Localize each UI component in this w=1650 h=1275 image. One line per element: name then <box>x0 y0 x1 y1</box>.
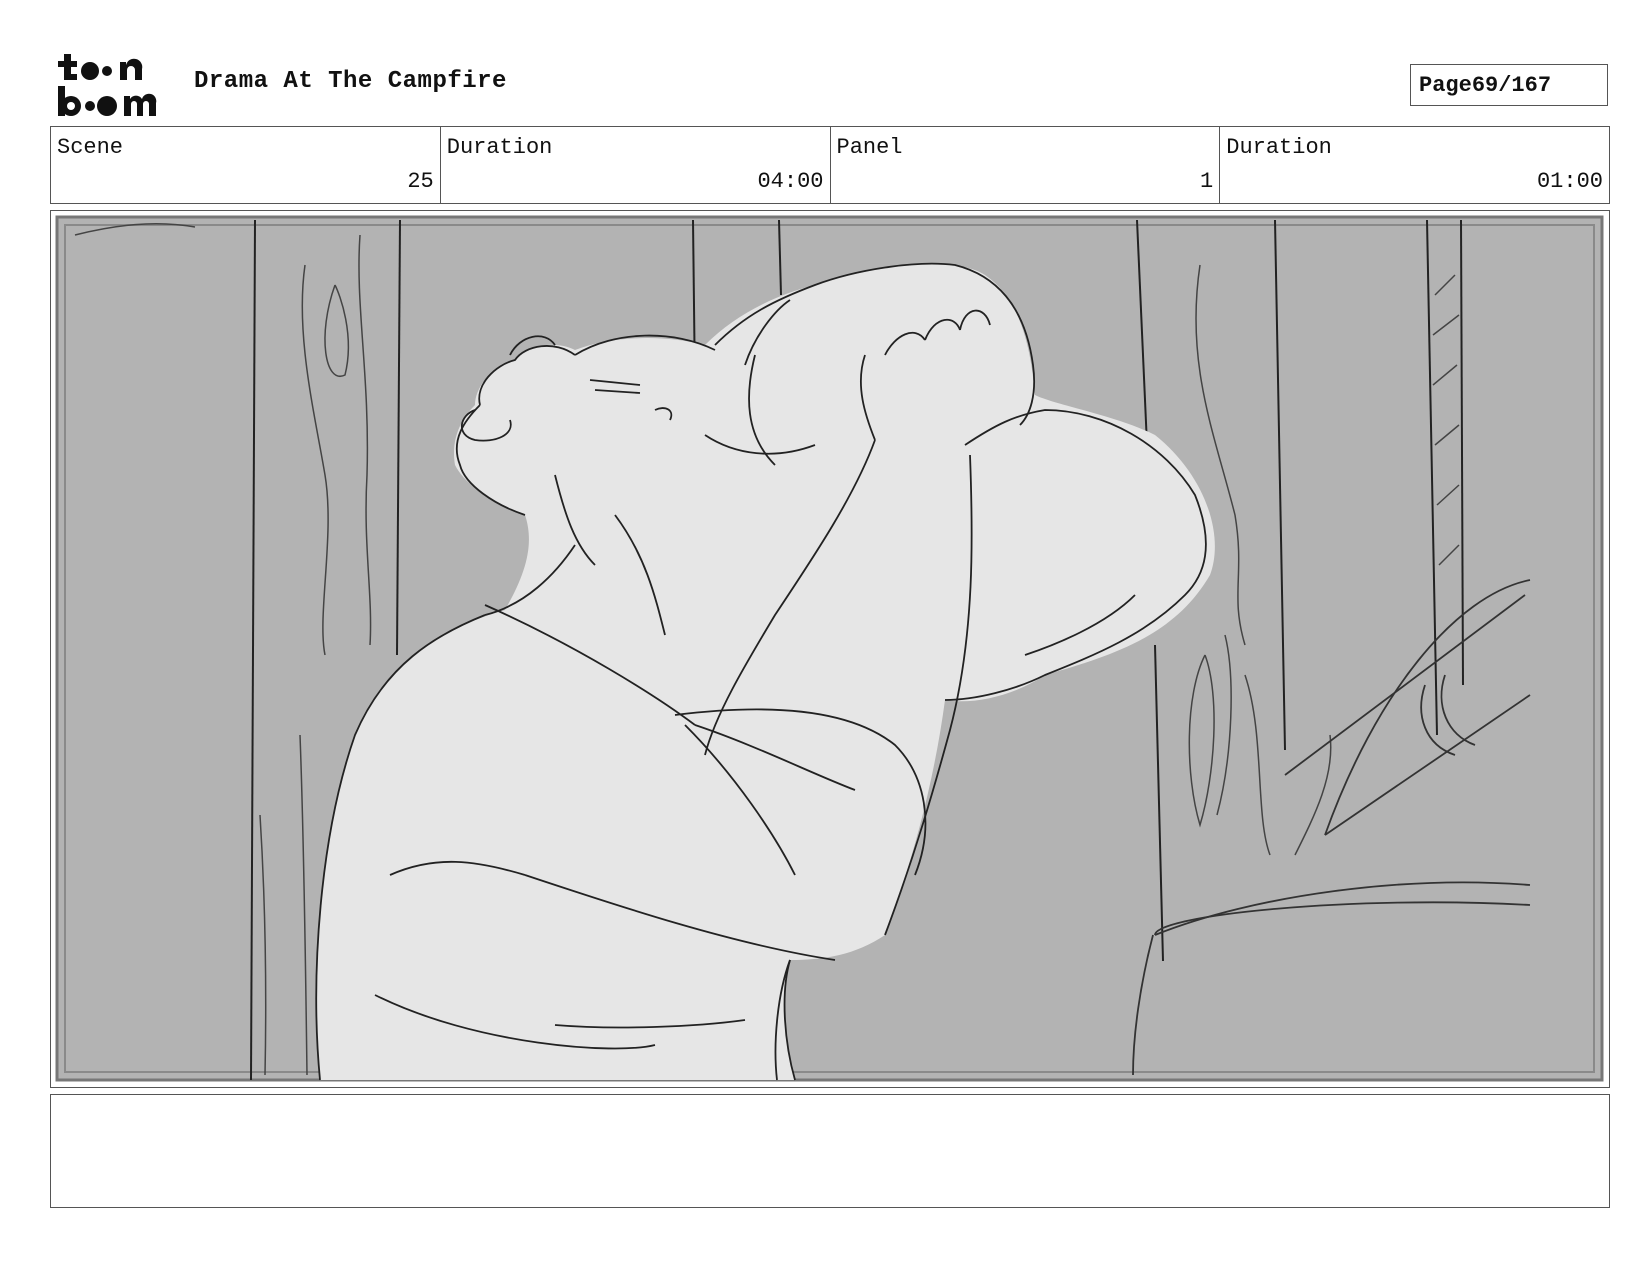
toonboom-logo <box>58 54 157 116</box>
panel-sketch-image <box>55 215 1604 1082</box>
scene-duration-label: Duration <box>446 135 553 160</box>
scene-value: 25 <box>407 169 434 194</box>
scene-info-table: Scene 25 Duration 04:00 Panel 1 Duration… <box>50 126 1610 204</box>
page-indicator: Page 69/167 <box>1410 64 1608 106</box>
storyboard-panel <box>50 210 1610 1088</box>
panel-duration-cell: Duration 01:00 <box>1220 127 1609 203</box>
panel-duration-value: 01:00 <box>1536 169 1603 194</box>
panel-label: Panel <box>836 135 903 160</box>
panel-duration-label: Duration <box>1226 135 1332 160</box>
scene-duration-cell: Duration 04:00 <box>441 127 831 203</box>
scene-label: Scene <box>57 135 124 160</box>
page-label: Page <box>1419 72 1472 98</box>
scene-duration-value: 04:00 <box>757 169 824 194</box>
document-title: Drama At The Campfire <box>194 68 507 95</box>
panel-cell: Panel 1 <box>831 127 1221 203</box>
panel-value: 1 <box>1200 169 1214 194</box>
page-value: 69/167 <box>1471 72 1552 98</box>
scene-cell: Scene 25 <box>51 127 441 203</box>
panel-notes-box <box>50 1094 1610 1208</box>
